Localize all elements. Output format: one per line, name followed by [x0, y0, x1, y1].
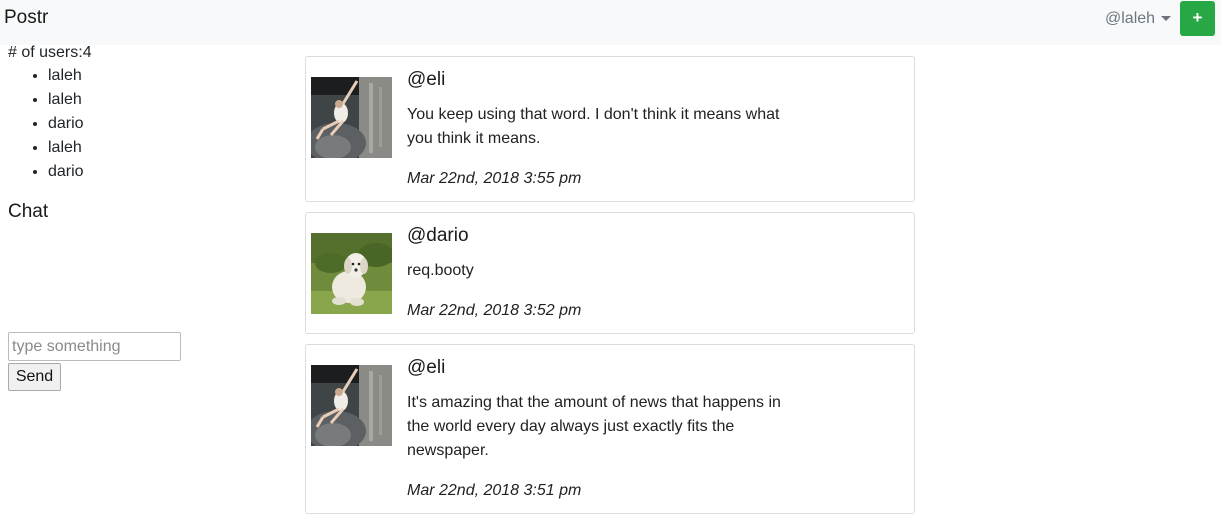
avatar — [311, 233, 392, 314]
avatar — [311, 365, 392, 446]
post-author[interactable]: @eli — [407, 69, 445, 91]
list-item: dario — [48, 112, 84, 136]
avatar — [311, 77, 392, 158]
climber-photo — [311, 77, 392, 158]
post-author[interactable]: @eli — [407, 357, 445, 379]
post-timestamp: Mar 22nd, 2018 3:55 pm — [407, 170, 582, 187]
send-button[interactable]: Send — [8, 363, 61, 391]
post-timestamp: Mar 22nd, 2018 3:52 pm — [407, 302, 582, 319]
user-menu[interactable]: @laleh — [1105, 10, 1155, 28]
chevron-down-icon[interactable] — [1161, 16, 1171, 21]
navbar: Postr @laleh + — [0, 0, 1221, 45]
post-card: @dario req.booty Mar 22nd, 2018 3:52 pm — [305, 212, 915, 334]
dog-photo — [311, 233, 392, 314]
post-card: @eli You keep using that word. I don't t… — [305, 56, 915, 202]
chat-heading: Chat — [8, 201, 49, 222]
post-card: @eli It's amazing that the amount of new… — [305, 344, 915, 514]
brand-logo[interactable]: Postr — [4, 7, 48, 29]
list-item: laleh — [48, 136, 84, 160]
post-content: It's amazing that the amount of news tha… — [407, 394, 781, 459]
chat-input[interactable] — [8, 332, 181, 361]
list-item: laleh — [48, 64, 84, 88]
list-item: dario — [48, 160, 84, 184]
users-list: laleh laleh dario laleh dario — [8, 64, 84, 184]
post-timestamp: Mar 22nd, 2018 3:51 pm — [407, 482, 582, 499]
add-post-button[interactable]: + — [1180, 1, 1215, 36]
list-item: laleh — [48, 88, 84, 112]
users-count: # of users:4 — [8, 44, 92, 61]
post-author[interactable]: @dario — [407, 225, 469, 247]
post-content: req.booty — [407, 262, 474, 279]
post-content: You keep using that word. I don't think … — [407, 106, 780, 147]
climber-photo — [311, 365, 392, 446]
